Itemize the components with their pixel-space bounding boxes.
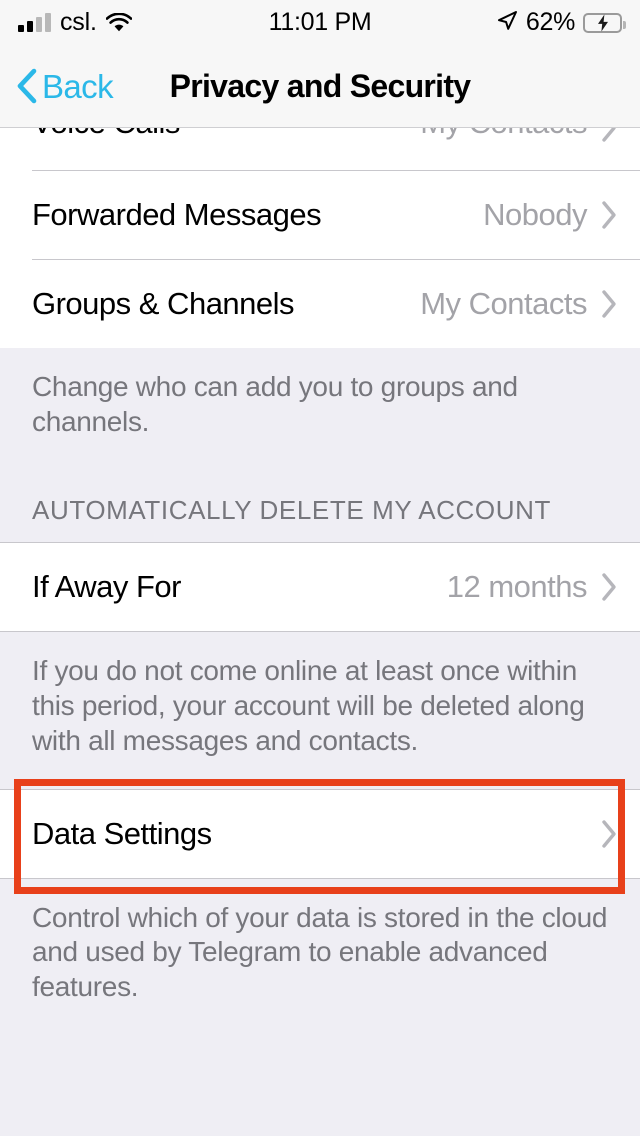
row-right: My Contacts	[420, 128, 618, 164]
row-right	[601, 819, 618, 849]
settings-list[interactable]: Voice Calls My Contacts Forwarded Messag…	[0, 128, 640, 1115]
row-value: My Contacts	[420, 128, 587, 141]
row-label: Data Settings	[32, 815, 212, 851]
row-groups-and-channels[interactable]: Groups & Channels My Contacts	[0, 260, 640, 348]
row-if-away-for[interactable]: If Away For 12 months	[0, 543, 640, 632]
cellular-signal-icon	[18, 13, 51, 32]
chevron-right-icon	[601, 128, 618, 143]
back-button-label: Back	[42, 67, 114, 105]
row-label: Forwarded Messages	[32, 197, 322, 232]
battery-percent-label: 62%	[525, 8, 575, 36]
privacy-group: Voice Calls My Contacts Forwarded Messag…	[0, 128, 640, 348]
status-bar-right: 62%	[496, 8, 626, 37]
row-right: 12 months	[447, 569, 618, 605]
location-arrow-icon	[496, 9, 518, 36]
auto-delete-group: If Away For 12 months	[0, 542, 640, 633]
row-forwarded-messages[interactable]: Forwarded Messages Nobody	[0, 171, 640, 259]
row-label: Groups & Channels	[32, 286, 295, 321]
row-value: My Contacts	[420, 286, 587, 321]
auto-delete-section-header: AUTOMATICALLY DELETE MY ACCOUNT	[0, 495, 640, 543]
row-data-settings[interactable]: Data Settings	[0, 789, 640, 878]
phone-screen: csl. 11:01 PM 62% Back Privacy and Secur…	[0, 0, 640, 1136]
battery-charging-icon	[583, 12, 626, 33]
chevron-right-icon	[601, 200, 618, 230]
row-right: Nobody	[483, 197, 618, 233]
row-value: Nobody	[483, 197, 587, 232]
data-settings-group: Data Settings	[0, 788, 640, 879]
carrier-label: csl.	[60, 8, 97, 36]
privacy-group-footer: Change who can add you to groups and cha…	[0, 348, 640, 496]
chevron-right-icon	[601, 819, 618, 849]
status-bar-left: csl.	[18, 8, 133, 37]
row-label: Voice Calls	[32, 128, 180, 141]
data-settings-group-footer: Control which of your data is stored in …	[0, 878, 640, 1035]
row-right: My Contacts	[420, 286, 618, 322]
chevron-left-icon	[16, 68, 38, 104]
separator	[0, 877, 640, 879]
row-voice-calls[interactable]: Voice Calls My Contacts	[0, 128, 640, 170]
auto-delete-group-footer: If you do not come online at least once …	[0, 632, 640, 789]
chevron-right-icon	[601, 572, 618, 602]
row-label: If Away For	[32, 569, 182, 605]
chevron-right-icon	[601, 289, 618, 319]
data-settings-group-wrapper: Data Settings	[0, 778, 640, 894]
row-value: 12 months	[446, 569, 588, 605]
back-button[interactable]: Back	[16, 67, 114, 105]
navigation-bar: Back Privacy and Security	[0, 45, 640, 128]
status-bar: csl. 11:01 PM 62%	[0, 0, 640, 45]
wifi-icon	[105, 12, 133, 33]
bottom-spacer	[0, 1034, 640, 1115]
